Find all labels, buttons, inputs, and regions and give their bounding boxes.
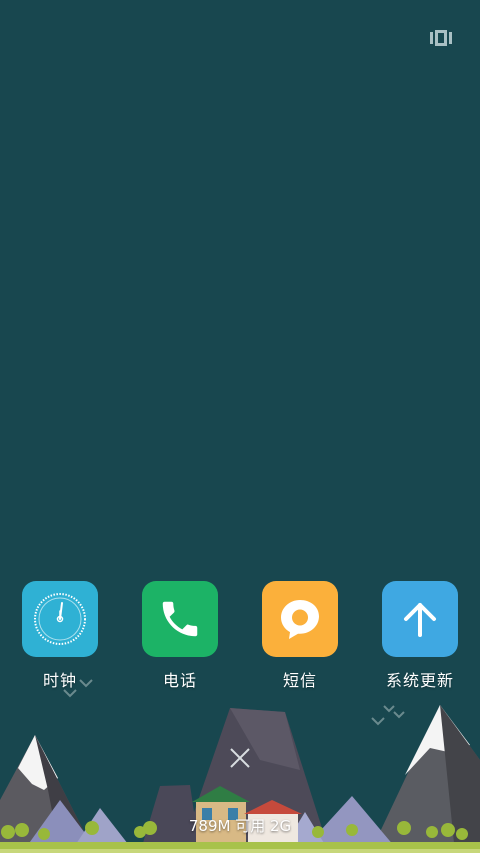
phone-icon: [162, 601, 198, 637]
app-system-update-tile[interactable]: [382, 581, 458, 657]
app-system-update[interactable]: 系统更新: [370, 581, 470, 691]
wallpaper: [0, 679, 480, 853]
app-label: 时钟: [42, 671, 77, 690]
app-clock-tile[interactable]: [22, 581, 98, 657]
arrow-up-icon: [404, 603, 436, 637]
app-label: 电话: [162, 671, 197, 690]
memory-status: 789M 可用 2G: [188, 817, 292, 835]
clock-icon: [34, 593, 86, 645]
app-phone[interactable]: 电话: [130, 581, 230, 691]
message-icon: [281, 600, 319, 639]
recents-screen: 时钟 电话 短信 系统更新 789M 可用 2G: [0, 0, 480, 853]
clear-all-button[interactable]: [224, 742, 256, 774]
app-messages[interactable]: 短信: [250, 581, 350, 691]
recents-button[interactable]: [426, 26, 456, 50]
app-phone-tile[interactable]: [142, 581, 218, 657]
recents-icon: [430, 30, 452, 46]
app-messages-tile[interactable]: [262, 581, 338, 657]
app-clock[interactable]: 时钟: [10, 581, 110, 691]
app-label: 短信: [282, 671, 317, 690]
app-label: 系统更新: [385, 671, 454, 690]
close-icon: [230, 748, 250, 768]
